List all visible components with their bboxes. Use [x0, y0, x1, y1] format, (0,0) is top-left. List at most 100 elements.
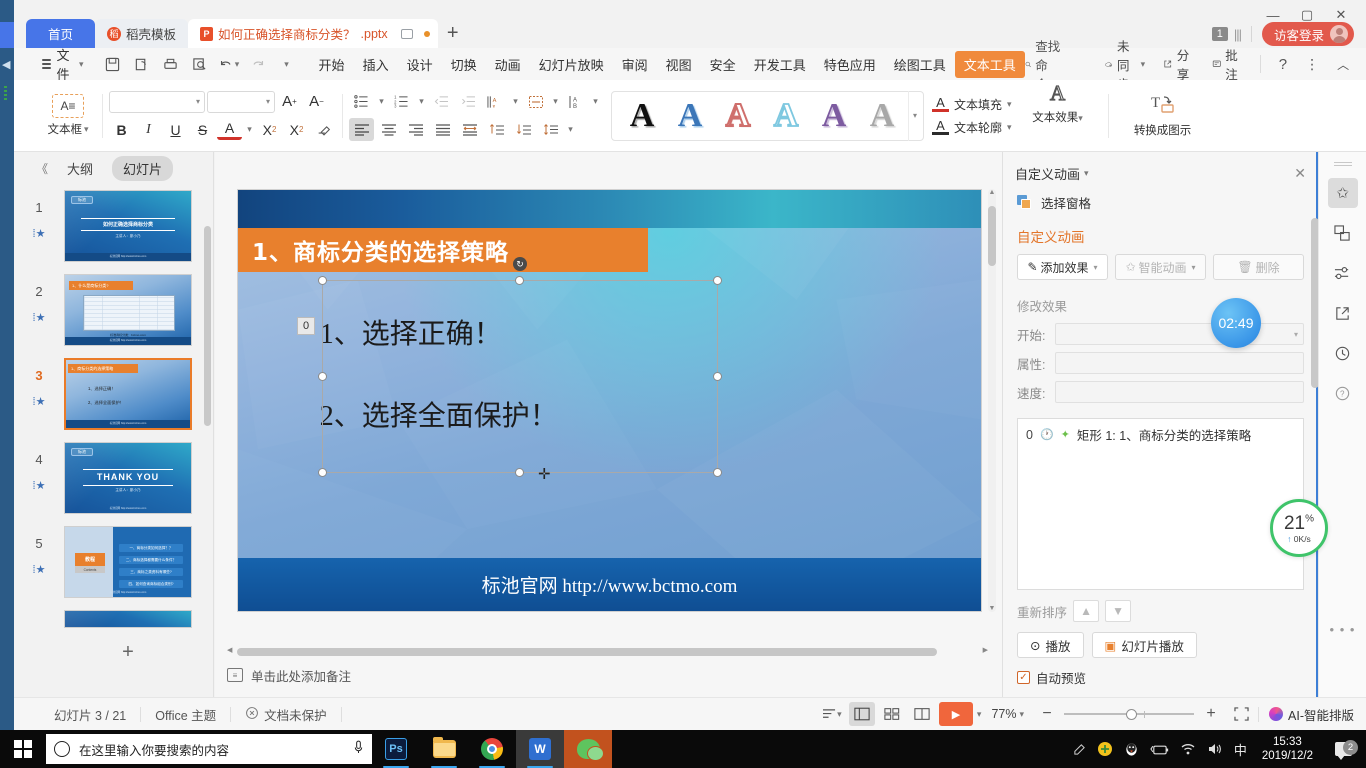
current-slide[interactable]: 1、商标分类的选择策略 1、选择正确！ 2、选择全面保护！ 标池官网 http:…: [237, 189, 982, 612]
text-outline-button[interactable]: A 文本轮廓 ▾: [932, 119, 1012, 136]
thumbnail-row[interactable]: 5 ⁞★ 教程 Contents 一、商标分类如何选择？？ 二、商标选择都需要什…: [14, 520, 214, 604]
rail-more-button[interactable]: • • •: [1330, 622, 1356, 637]
handle-top-left[interactable]: [318, 276, 327, 285]
gallery-more-button[interactable]: ▾: [908, 91, 917, 141]
taskbar-clock[interactable]: 15:33 2019/12/2: [1258, 735, 1317, 763]
more-options-button[interactable]: ⋮: [1297, 52, 1327, 77]
present-monitor-icon[interactable]: [401, 29, 413, 39]
thumbnail-row[interactable]: 1 ⁞★ 标池 如何正确选择商标分类 主讲人：廖小乃 标池官网 http://w…: [14, 184, 214, 268]
taskbar-app-wechat[interactable]: [564, 730, 612, 768]
slide-thumbnail-5[interactable]: 教程 Contents 一、商标分类如何选择？？ 二、商标选择都需要什么条件？ …: [64, 526, 192, 598]
tab-template[interactable]: 稻 稻壳模板: [95, 19, 188, 48]
slide-thumbnail-list[interactable]: 1 ⁞★ 标池 如何正确选择商标分类 主讲人：廖小乃 标池官网 http://w…: [14, 184, 214, 697]
panel-title[interactable]: 自定义动画 ▾: [1015, 164, 1089, 183]
start-button[interactable]: [0, 730, 46, 768]
slide-title-bar[interactable]: 1、商标分类的选择策略: [238, 228, 648, 272]
reorder-up-button[interactable]: ▲: [1073, 600, 1099, 622]
taskbar-app-wps[interactable]: W: [516, 730, 564, 768]
handle-middle-right[interactable]: [713, 372, 722, 381]
increase-indent-icon[interactable]: [456, 90, 481, 113]
tab-sheji[interactable]: 设计: [398, 51, 442, 78]
superscript-icon[interactable]: X2: [257, 118, 282, 141]
smart-animation-button[interactable]: ✩ 智能动画 ▾: [1115, 254, 1206, 280]
slide-horizontal-scrollbar[interactable]: ◀ ▶: [237, 648, 978, 656]
360-security-icon[interactable]: [1097, 741, 1113, 757]
numbering-icon[interactable]: 123: [389, 90, 414, 113]
selection-pane-button[interactable]: 选择窗格: [1003, 183, 1318, 212]
zoom-out-button[interactable]: −: [1034, 702, 1060, 726]
font-color-icon[interactable]: A: [217, 120, 242, 140]
slide-count-status[interactable]: 幻灯片 3 / 21: [40, 705, 140, 724]
strikethrough-icon[interactable]: S: [190, 118, 215, 141]
align-left-icon[interactable]: [349, 118, 374, 141]
tab-shitu[interactable]: 视图: [657, 51, 701, 78]
delete-effect-button[interactable]: 🗑 删除: [1213, 254, 1304, 280]
ime-icon[interactable]: 中: [1234, 740, 1247, 759]
play-button[interactable]: ⊙ 播放: [1017, 632, 1084, 658]
help-button[interactable]: ?: [1271, 52, 1295, 77]
network-speed-widget[interactable]: 21% ↑ 0K/s: [1270, 499, 1328, 557]
underline-icon[interactable]: U: [163, 118, 188, 141]
numbering-dropdown-icon[interactable]: ▾: [416, 90, 427, 113]
tab-huitu-gongju[interactable]: 绘图工具: [885, 51, 955, 78]
subscript-icon[interactable]: X2: [284, 118, 309, 141]
convert-to-smartart-button[interactable]: T 转换成图示: [1127, 93, 1199, 138]
slide-thumbnail-2[interactable]: 1、什么是商标分类? 标准商标分类：bctmo.com 标池官网 http://…: [64, 274, 192, 346]
text-effects-button[interactable]: A 文本效果▾: [1022, 80, 1094, 125]
add-slide-button[interactable]: +: [64, 638, 192, 666]
slide-thumbnail-6[interactable]: [64, 610, 192, 628]
print-icon[interactable]: [158, 52, 184, 76]
animation-order-tag[interactable]: 0: [297, 317, 315, 335]
sliders-icon[interactable]: [1328, 258, 1358, 288]
help-circle-icon[interactable]: ?: [1328, 378, 1358, 408]
add-effect-button[interactable]: ✎ 添加效果 ▾: [1017, 254, 1108, 280]
scroll-thumb-h[interactable]: [237, 648, 937, 656]
tab-home[interactable]: 首页: [26, 19, 95, 48]
panel-close-button[interactable]: ✕: [1294, 165, 1306, 182]
wordart-style-5[interactable]: A: [810, 94, 858, 138]
selection-frame[interactable]: ↻ 0: [322, 280, 718, 473]
slide-vertical-scrollbar[interactable]: ▲ ▼: [988, 189, 996, 612]
autopreview-checkbox[interactable]: ✓ 自动预览: [1003, 658, 1318, 687]
scroll-up-arrow-icon[interactable]: ▲: [988, 189, 996, 196]
text-direction-icon[interactable]: Aɐ: [483, 90, 508, 113]
tab-qiehuan[interactable]: 切换: [442, 51, 486, 78]
volume-icon[interactable]: [1207, 742, 1223, 756]
clear-format-icon[interactable]: [311, 118, 336, 141]
collapse-arrow-icon[interactable]: ◀: [2, 58, 10, 71]
shrink-font-icon[interactable]: A−: [304, 90, 329, 113]
undo-icon[interactable]: ▾: [216, 52, 242, 76]
wordart-style-2[interactable]: A: [666, 94, 714, 138]
view-normal-icon[interactable]: [849, 702, 875, 726]
slideshow-dropdown-icon[interactable]: ▾: [977, 709, 982, 720]
taskbar-app-file-explorer[interactable]: [420, 730, 468, 768]
bold-icon[interactable]: B: [109, 118, 134, 141]
mic-icon[interactable]: [353, 740, 364, 758]
textbox-button[interactable]: A≡ 文本框 ▾: [40, 94, 96, 137]
field-property-input[interactable]: [1055, 352, 1304, 374]
vertical-text-icon[interactable]: AB: [563, 90, 588, 113]
thumbnail-scrollbar[interactable]: [204, 226, 211, 426]
collapse-ribbon-button[interactable]: ︿: [1329, 52, 1357, 77]
text-fill-button[interactable]: A 文本填充 ▾: [932, 96, 1012, 113]
handle-top-center[interactable]: [515, 276, 524, 285]
chevron-down-icon[interactable]: ▾: [565, 118, 576, 141]
tab-slides[interactable]: 幻灯片: [112, 156, 173, 181]
customize-qat-icon[interactable]: ▾: [274, 52, 300, 76]
thumbnail-row[interactable]: 4 ⁞★ 标池 THANK YOU 主讲人：廖小乃 标池官网 http://ww…: [14, 436, 214, 520]
handle-bottom-center[interactable]: [515, 468, 524, 477]
rail-drag-handle[interactable]: [1334, 160, 1352, 168]
decrease-indent-icon[interactable]: [429, 90, 454, 113]
increase-paragraph-space-icon[interactable]: [484, 118, 509, 141]
print-preview-icon[interactable]: [187, 52, 213, 76]
taskbar-app-photoshop[interactable]: Ps: [372, 730, 420, 768]
zoom-in-button[interactable]: +: [1198, 702, 1224, 726]
handle-bottom-right[interactable]: [713, 468, 722, 477]
rotate-handle[interactable]: ↻: [513, 257, 527, 271]
font-size-combo[interactable]: ▾: [207, 91, 275, 113]
tab-wenben-gongju[interactable]: 文本工具: [955, 51, 1025, 78]
tab-document[interactable]: P 如何正确选择商标分类？ .pptx: [188, 19, 438, 48]
save-as-icon[interactable]: [129, 52, 155, 76]
magic-star-icon[interactable]: ✩: [1328, 178, 1358, 208]
align-right-icon[interactable]: [403, 118, 428, 141]
